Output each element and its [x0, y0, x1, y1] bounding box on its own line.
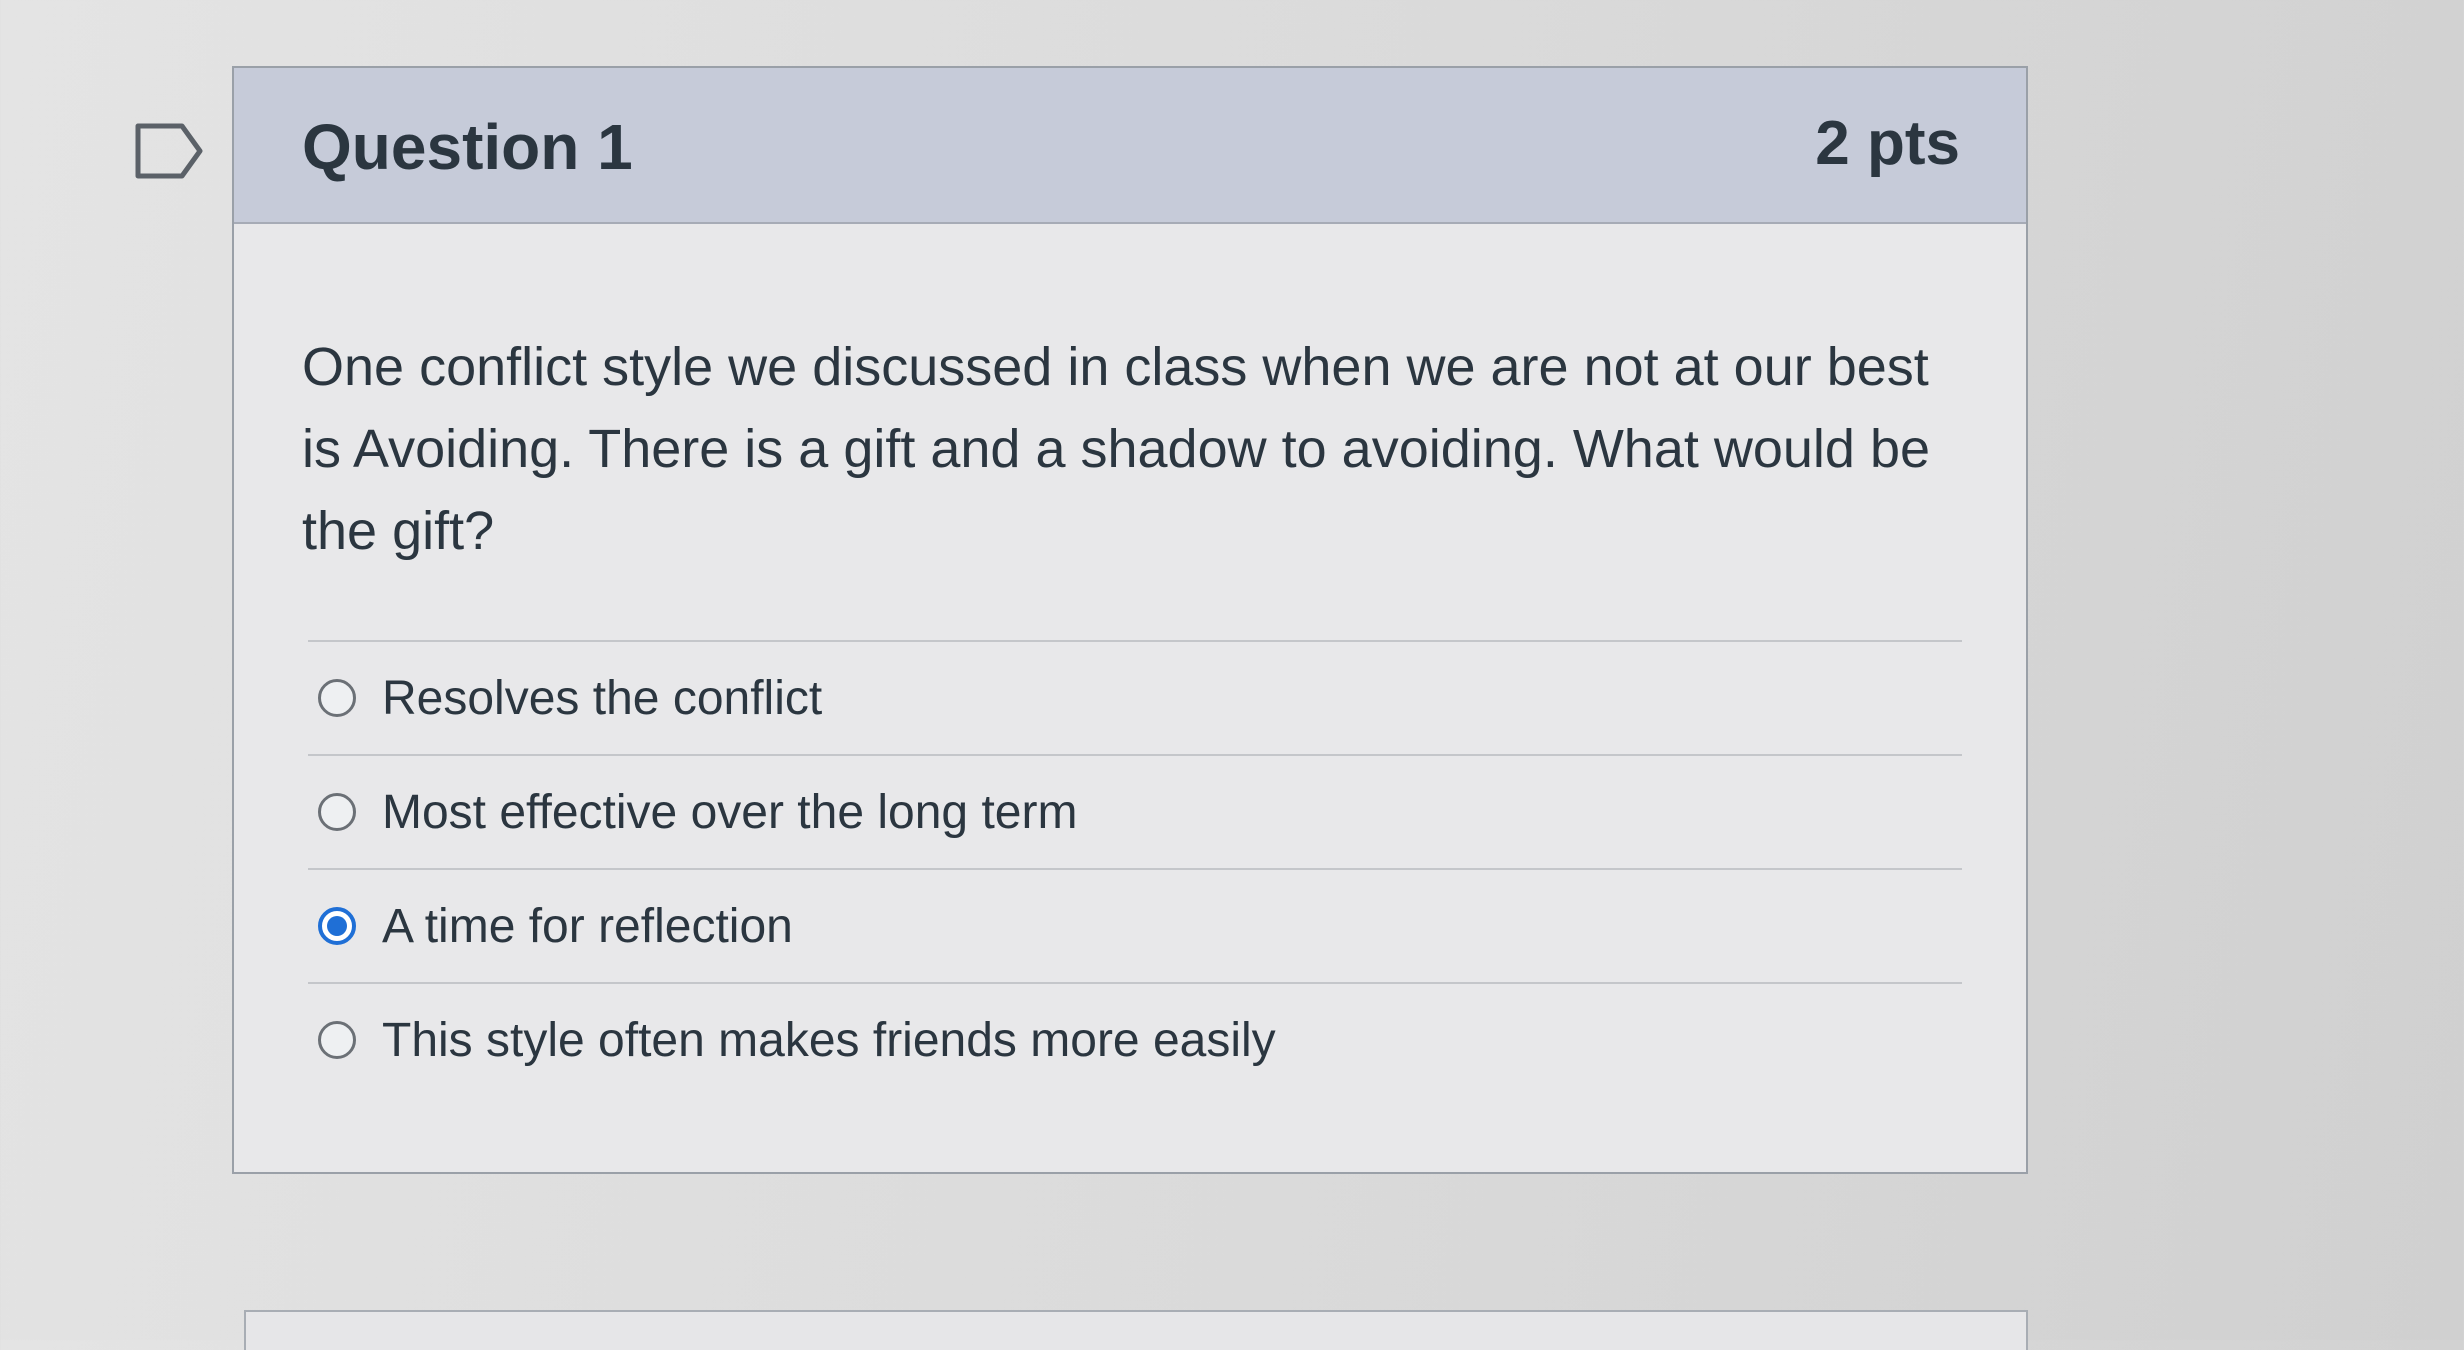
- answer-option-selected[interactable]: A time for reflection: [308, 868, 1962, 982]
- radio-dot: [327, 916, 347, 936]
- answer-list: Resolves the conflict Most effective ove…: [308, 640, 1962, 1096]
- question-title: Question 1: [302, 111, 633, 183]
- radio-button[interactable]: [318, 1021, 356, 1059]
- answer-label[interactable]: A time for reflection: [382, 899, 793, 954]
- question-header: Question 1 2 pts: [234, 68, 2026, 224]
- answer-option[interactable]: Resolves the conflict: [308, 640, 1962, 754]
- next-question-card: [244, 1310, 2028, 1350]
- radio-button[interactable]: [318, 679, 356, 717]
- answer-label[interactable]: This style often makes friends more easi…: [382, 1013, 1276, 1068]
- answer-option[interactable]: This style often makes friends more easi…: [308, 982, 1962, 1096]
- question-card: Question 1 2 pts One conflict style we d…: [232, 66, 2028, 1174]
- answer-label[interactable]: Resolves the conflict: [382, 671, 822, 726]
- answer-label[interactable]: Most effective over the long term: [382, 785, 1077, 840]
- radio-button-selected[interactable]: [318, 907, 356, 945]
- radio-button[interactable]: [318, 793, 356, 831]
- question-prompt: One conflict style we discussed in class…: [302, 337, 1931, 561]
- flag-question-icon[interactable]: [134, 122, 204, 180]
- question-points: 2 pts: [1815, 109, 1960, 178]
- answer-option[interactable]: Most effective over the long term: [308, 754, 1962, 868]
